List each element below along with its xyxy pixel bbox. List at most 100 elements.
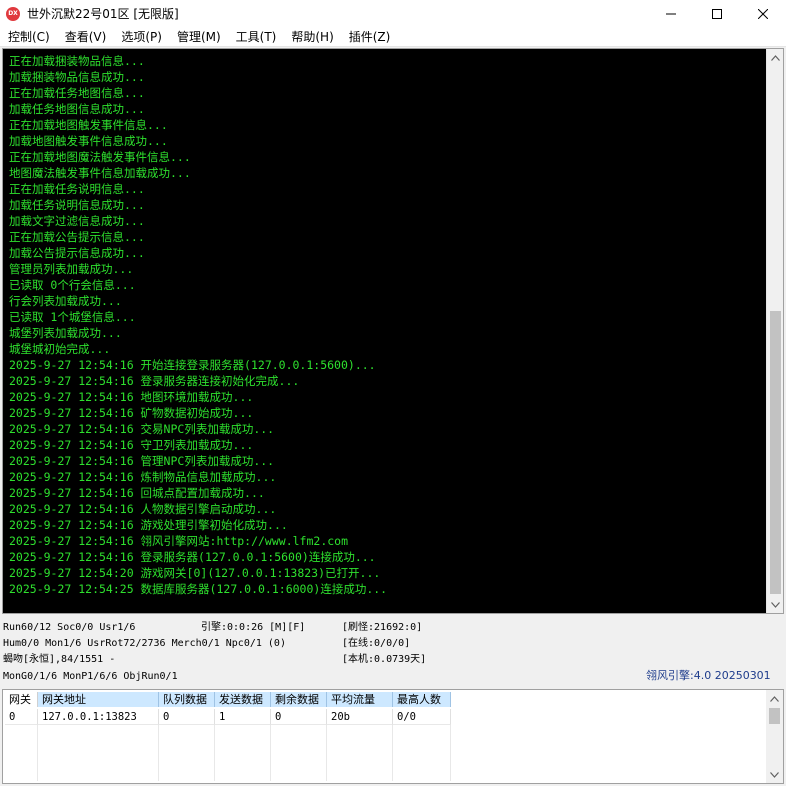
- grid-column: [215, 725, 271, 781]
- local-uptime: [本机:0.0739天]: [342, 654, 427, 665]
- log-line: 2025-9-27 12:54:16 人物数据引擎启动成功...: [9, 502, 277, 516]
- log-line: 加载地图触发事件信息成功...: [9, 134, 168, 148]
- table-cell: 0: [271, 709, 327, 725]
- engine-uptime: 引擎:0:0:26 [M][F]: [201, 622, 306, 633]
- log-line: 加载任务说明信息成功...: [9, 198, 145, 212]
- window-title: 世外沉默22号01区 [无限版]: [27, 7, 179, 21]
- log-line: 2025-9-27 12:54:25 数据库服务器(127.0.0.1:6000…: [9, 582, 388, 596]
- menu-options[interactable]: 选项(P): [113, 27, 169, 47]
- log-line: 加载文字过滤信息成功...: [9, 214, 145, 228]
- gateway-table[interactable]: 网关 网关地址 队列数据 发送数据 剩余数据 平均流量 最高人数 0 127.0…: [2, 689, 784, 784]
- table-scroll-down-arrow[interactable]: [766, 766, 783, 783]
- monster-refresh: [刷怪:21692:0]: [342, 622, 423, 633]
- menu-control[interactable]: 控制(C): [0, 27, 57, 47]
- table-row[interactable]: 0 127.0.0.1:13823 0 1 0 20b 0/0: [5, 709, 451, 725]
- close-button[interactable]: [740, 0, 786, 27]
- chevron-down-icon: [770, 771, 779, 778]
- engine-version: 翎风引擎:4.0 20250301: [646, 669, 771, 682]
- table-header: 网关 网关地址 队列数据 发送数据 剩余数据 平均流量 最高人数: [5, 692, 451, 707]
- menu-plugins[interactable]: 插件(Z): [341, 27, 398, 47]
- log-line: 已读取 0个行会信息...: [9, 278, 136, 292]
- chevron-up-icon: [770, 695, 779, 702]
- log-lines: 正在加载捆装物品信息... 加载捆装物品信息成功... 正在加载任务地图信息... 加…: [9, 53, 764, 609]
- grid-column: [5, 725, 38, 781]
- menu-view[interactable]: 查看(V): [57, 27, 114, 47]
- log-line: 2025-9-27 12:54:20 游戏网关[0](127.0.0.1:138…: [9, 566, 381, 580]
- close-icon: [758, 8, 768, 19]
- log-line: 正在加载地图魔法触发事件信息...: [9, 150, 191, 164]
- log-line: 正在加载任务地图信息...: [9, 86, 145, 100]
- grid-column: [393, 725, 451, 781]
- table-cell: 20b: [327, 709, 393, 725]
- table-cell: 0/0: [393, 709, 451, 725]
- chevron-up-icon: [771, 54, 780, 61]
- app-logo-icon: DX: [6, 6, 20, 21]
- log-line: 正在加载捆装物品信息...: [9, 54, 145, 68]
- log-line: 正在加载任务说明信息...: [9, 182, 145, 196]
- log-line: 正在加载公告提示信息...: [9, 230, 145, 244]
- log-line: 2025-9-27 12:54:16 回城点配置加载成功...: [9, 486, 265, 500]
- column-header[interactable]: 平均流量: [327, 692, 393, 707]
- column-header[interactable]: 最高人数: [393, 692, 451, 707]
- grid-column: [271, 725, 327, 781]
- menu-help[interactable]: 帮助(H): [283, 27, 340, 47]
- menu-bar: 控制(C) 查看(V) 选项(P) 管理(M) 工具(T) 帮助(H) 插件(Z…: [0, 27, 786, 47]
- log-console[interactable]: 正在加载捆装物品信息... 加载捆装物品信息成功... 正在加载任务地图信息... 加…: [2, 48, 784, 614]
- title-bar: DX 世外沉默22号01区 [无限版]: [0, 0, 786, 27]
- log-line: 2025-9-27 12:54:16 登录服务器连接初始化完成...: [9, 374, 300, 388]
- table-grid: [5, 725, 451, 781]
- log-line: 2025-9-27 12:54:16 登录服务器(127.0.0.1:5600)…: [9, 550, 376, 564]
- grid-column: [159, 725, 215, 781]
- menu-tools[interactable]: 工具(T): [228, 27, 284, 47]
- log-line: 2025-9-27 12:54:16 交易NPC列表加载成功...: [9, 422, 275, 436]
- table-scrollbar[interactable]: [766, 690, 783, 783]
- log-line: 行会列表加载成功...: [9, 294, 122, 308]
- table-cell: 1: [215, 709, 271, 725]
- log-line: 地图魔法触发事件信息加载成功...: [9, 166, 191, 180]
- table-cell: 0: [5, 709, 38, 725]
- column-header[interactable]: 剩余数据: [271, 692, 327, 707]
- log-line: 管理员列表加载成功...: [9, 262, 134, 276]
- column-header[interactable]: 网关: [5, 692, 38, 707]
- column-header[interactable]: 网关地址: [38, 692, 159, 707]
- log-line: 2025-9-27 12:54:16 守卫列表加载成功...: [9, 438, 254, 452]
- menu-manage[interactable]: 管理(M): [169, 27, 228, 47]
- log-line: 2025-9-27 12:54:16 开始连接登录服务器(127.0.0.1:5…: [9, 358, 376, 372]
- log-line: 加载公告提示信息成功...: [9, 246, 145, 260]
- grid-column: [327, 725, 393, 781]
- table-cell: 127.0.0.1:13823: [38, 709, 159, 725]
- scroll-down-arrow[interactable]: [767, 596, 784, 613]
- run-stats: Run60/12 Soc0/0 Usr1/6: [3, 622, 136, 633]
- table-scroll-up-arrow[interactable]: [766, 690, 783, 707]
- chevron-down-icon: [771, 601, 780, 608]
- log-line: 正在加载地图触发事件信息...: [9, 118, 168, 132]
- scroll-up-arrow[interactable]: [767, 49, 784, 66]
- log-line: 城堡城初始完成...: [9, 342, 111, 356]
- column-header[interactable]: 发送数据: [215, 692, 271, 707]
- log-line: 2025-9-27 12:54:16 管理NPC列表加载成功...: [9, 454, 275, 468]
- minimize-button[interactable]: [648, 0, 694, 27]
- monster-object-stats: MonG0/1/6 MonP1/6/6 ObjRun0/1: [3, 671, 178, 682]
- status-panel: Run60/12 Soc0/0 Usr1/6 引擎:0:0:26 [M][F] …: [0, 618, 786, 688]
- log-line: 加载捆装物品信息成功...: [9, 70, 145, 84]
- map-info: 蝎吻[永恒],84/1551 -: [3, 654, 116, 665]
- column-header[interactable]: 队列数据: [159, 692, 215, 707]
- log-line: 2025-9-27 12:54:16 炼制物品信息加载成功...: [9, 470, 277, 484]
- log-line: 已读取 1个城堡信息...: [9, 310, 136, 324]
- table-cell: 0: [159, 709, 215, 725]
- scroll-thumb[interactable]: [770, 311, 781, 594]
- online-count: [在线:0/0/0]: [342, 638, 411, 649]
- log-line: 城堡列表加载成功...: [9, 326, 122, 340]
- log-line: 2025-9-27 12:54:16 矿物数据初始成功...: [9, 406, 254, 420]
- log-line: 2025-9-27 12:54:16 翎风引擎网站:http://www.lfm…: [9, 534, 349, 548]
- maximize-button[interactable]: [694, 0, 740, 27]
- minimize-icon: [666, 13, 676, 14]
- log-line: 2025-9-27 12:54:16 游戏处理引擎初始化成功...: [9, 518, 288, 532]
- log-scrollbar[interactable]: [766, 49, 783, 613]
- log-line: 2025-9-27 12:54:16 地图环境加载成功...: [9, 390, 254, 404]
- grid-column: [38, 725, 159, 781]
- maximize-icon: [712, 8, 722, 19]
- log-line: 加载任务地图信息成功...: [9, 102, 145, 116]
- table-scroll-thumb[interactable]: [769, 708, 780, 724]
- human-monster-stats: Hum0/0 Mon1/6 UsrRot72/2736 Merch0/1 Npc…: [3, 638, 286, 649]
